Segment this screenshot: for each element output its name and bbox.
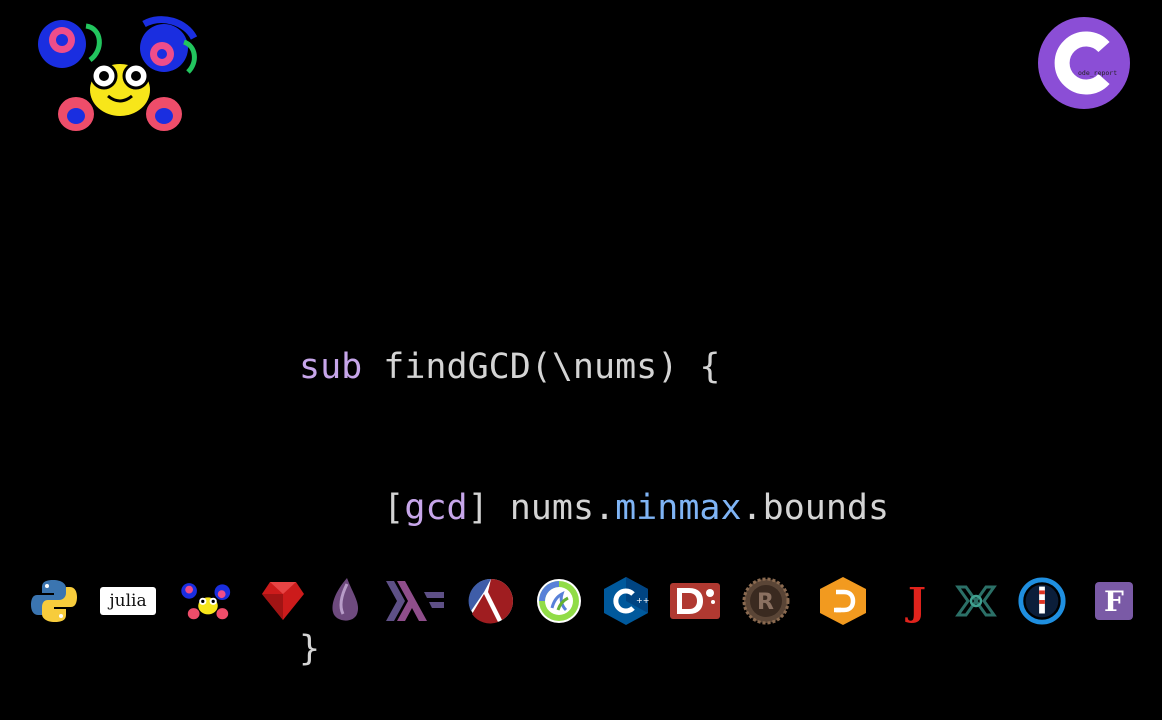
code-line-3: } — [299, 626, 889, 673]
j-letter: J — [908, 578, 926, 624]
lighthouse-icon — [1017, 577, 1067, 625]
ruby-icon — [258, 578, 308, 624]
code-mid: ] nums. — [467, 488, 616, 528]
code-report-c-icon — [1054, 31, 1110, 95]
keyword-sub: sub — [299, 347, 363, 387]
python-icon — [29, 578, 79, 624]
julia-logo: julia — [99, 578, 157, 624]
svg-text:++: ++ — [636, 596, 649, 605]
rust-icon: R — [741, 577, 791, 625]
closing-brace: } — [299, 629, 321, 669]
d-lang-icon — [669, 578, 721, 624]
bracket-open: [ — [383, 488, 405, 528]
function-signature: findGCD(\nums) { — [362, 347, 721, 387]
gcd-operator: gcd — [404, 488, 468, 528]
minmax-method: minmax — [615, 488, 742, 528]
julia-label: julia — [100, 587, 156, 615]
code-line-1: sub findGCD(\nums) { — [299, 344, 889, 391]
fsharp-icon: F — [1089, 578, 1139, 624]
bounds-method: .bounds — [741, 488, 890, 528]
badge-label: ode_report — [1078, 69, 1118, 77]
cpp-icon: ++ — [601, 577, 651, 625]
raku-logo — [34, 16, 206, 134]
bqn-icon — [951, 578, 1001, 624]
fsharp-letter: F — [1095, 582, 1133, 620]
language-logo-strip: julia ++ R J F — [0, 570, 1162, 630]
code-report-badge: ode_report — [1038, 17, 1130, 109]
racket-icon — [466, 578, 516, 624]
svg-text:R: R — [757, 590, 774, 615]
raku-camelia-butterfly-icon — [38, 16, 198, 131]
haskell-icon — [386, 578, 444, 624]
dyalog-icon — [818, 577, 868, 625]
clojure-icon — [534, 578, 584, 624]
code-block: sub findGCD(\nums) { [gcd] nums.minmax.b… — [299, 250, 889, 720]
j-lang-icon: J — [892, 578, 942, 624]
raku-small-icon — [180, 578, 236, 624]
elixir-icon — [320, 578, 370, 624]
code-line-2: [gcd] nums.minmax.bounds — [299, 485, 889, 532]
